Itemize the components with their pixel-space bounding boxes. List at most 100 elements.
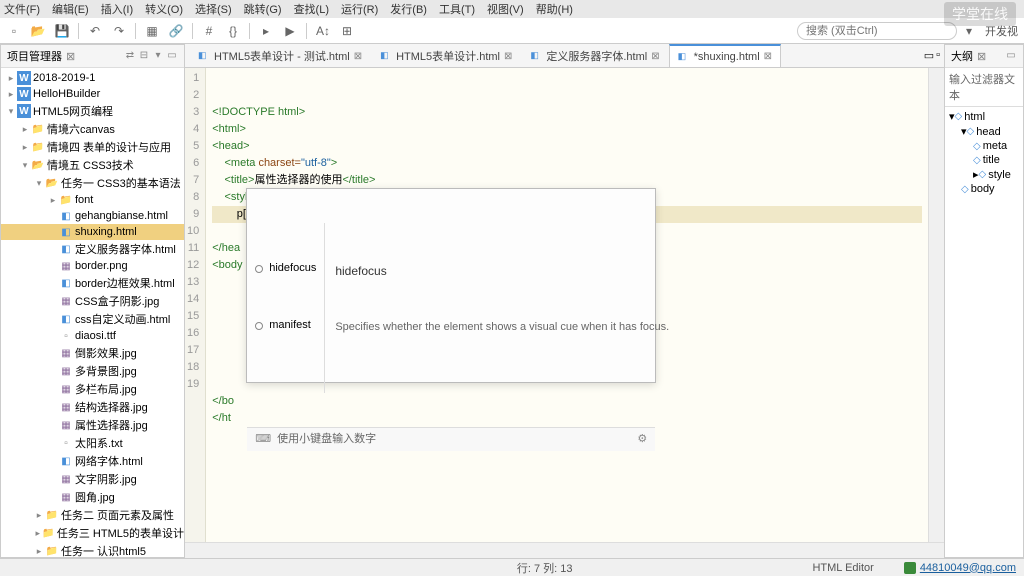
outline-tree[interactable]: ▾◇html▾◇head◇meta◇title▸◇style◇body	[945, 107, 1023, 557]
tree-row[interactable]: ▦倒影效果.jpg	[1, 344, 184, 362]
menu-tools[interactable]: 工具(T)	[439, 1, 475, 17]
tree-row[interactable]: ▦border.png	[1, 258, 184, 274]
tab-min-icon[interactable]: ▫	[936, 49, 940, 62]
vertical-scrollbar[interactable]	[928, 68, 944, 542]
user-link[interactable]: 44810049@qq.com	[920, 562, 1016, 574]
css-icon[interactable]: #	[201, 23, 217, 39]
editor-mode: HTML Editor	[812, 562, 873, 574]
tree-row[interactable]: ◧border边框效果.html	[1, 274, 184, 292]
editor-tab[interactable]: ◧HTML5表单设计 - 测试.html⊠	[189, 44, 371, 67]
status-bar: 行: 7 列: 13 HTML Editor 44810049@qq.com	[0, 558, 1024, 576]
tree-row[interactable]: ▸📁情境六canvas	[1, 120, 184, 138]
autocomplete-item[interactable]: manifest	[247, 314, 324, 337]
tree-row[interactable]: ◧css自定义动画.html	[1, 310, 184, 328]
gear-icon[interactable]: ⚙	[637, 431, 647, 448]
menu-find[interactable]: 查找(L)	[294, 1, 329, 17]
horizontal-scrollbar[interactable]	[185, 542, 944, 558]
toolbar: ▫ 📂 💾 ↶ ↷ ▦ 🔗 # {} ▸ ▶ A↕ ⊞ ▾ 开发视	[0, 18, 1024, 44]
watermark: 学堂在线	[944, 2, 1016, 26]
tree-row[interactable]: ▫太阳系.txt	[1, 434, 184, 452]
menu-icon[interactable]: ▾	[152, 50, 164, 62]
menu-help[interactable]: 帮助(H)	[536, 1, 573, 17]
autocomplete-item[interactable]: hidefocus	[247, 257, 324, 280]
tree-row[interactable]: ▦多背景图.jpg	[1, 362, 184, 380]
tree-row[interactable]: ▾📂情境五 CSS3技术	[1, 156, 184, 174]
menu-file[interactable]: 文件(F)	[4, 1, 40, 17]
tree-row[interactable]: ▾WHTML5网页编程	[1, 102, 184, 120]
tree-row[interactable]: ◧shuxing.html	[1, 224, 184, 240]
collapse-icon[interactable]: ⊟	[138, 50, 150, 62]
outline-row[interactable]: ▾◇html	[947, 109, 1021, 124]
menu-select[interactable]: 选择(S)	[195, 1, 232, 17]
autocomplete-doc: hidefocus Specifies whether the element …	[325, 223, 679, 393]
editor-tab[interactable]: ◧定义服务器字体.html⊠	[521, 44, 668, 67]
editor-tab[interactable]: ◧HTML5表单设计.html⊠	[371, 44, 521, 67]
menu-view[interactable]: 视图(V)	[487, 1, 524, 17]
tree-row[interactable]: ▸📁任务二 页面元素及属性	[1, 506, 184, 524]
tree-row[interactable]: ▸📁任务一 认识html5	[1, 542, 184, 557]
tree-row[interactable]: ◧gehangbianse.html	[1, 208, 184, 224]
popup-hint: 使用小键盘输入数字	[277, 431, 376, 448]
new-icon[interactable]: ▫	[6, 23, 22, 39]
doc-desc: Specifies whether the element shows a vi…	[335, 320, 669, 335]
project-explorer: 项目管理器 ⊠ ⇄ ⊟ ▾ ▭ ▸W2018-2019-1▸WHelloHBui…	[0, 44, 185, 558]
outline-row[interactable]: ◇title	[947, 153, 1021, 167]
tree-row[interactable]: ▸W2018-2019-1	[1, 70, 184, 86]
menu-escape[interactable]: 转义(O)	[145, 1, 183, 17]
menu-release[interactable]: 发行(B)	[390, 1, 427, 17]
run-icon[interactable]: ▶	[282, 23, 298, 39]
outline-row[interactable]: ▾◇head	[947, 124, 1021, 139]
tree-row[interactable]: ▫diaosi.ttf	[1, 328, 184, 344]
tree-row[interactable]: ▸📁font	[1, 192, 184, 208]
tree-row[interactable]: ▦属性选择器.jpg	[1, 416, 184, 434]
editor-tabs: ◧HTML5表单设计 - 测试.html⊠◧HTML5表单设计.html⊠◧定义…	[185, 44, 944, 68]
tree-row[interactable]: ▦CSS盒子阴影.jpg	[1, 292, 184, 310]
user-icon	[904, 562, 916, 574]
tree-row[interactable]: ▦结构选择器.jpg	[1, 398, 184, 416]
text-icon[interactable]: A↕	[315, 23, 331, 39]
tree-row[interactable]: ▸📁任务三 HTML5的表单设计	[1, 524, 184, 542]
open-icon[interactable]: 📂	[30, 23, 46, 39]
code-area[interactable]: <!DOCTYPE html><html><head> <meta charse…	[206, 68, 928, 542]
save-icon[interactable]: 💾	[54, 23, 70, 39]
link-icon[interactable]: 🔗	[168, 23, 184, 39]
autocomplete-popup: hidefocus manifest hidefocus Specifies w…	[246, 188, 656, 383]
redo-icon[interactable]: ↷	[111, 23, 127, 39]
tree-row[interactable]: ◧定义服务器字体.html	[1, 240, 184, 258]
outline-panel: 大纲 ⊠ ▭ 输入过滤器文本 ▾◇html▾◇head◇meta◇title▸◇…	[944, 44, 1024, 558]
tree-row[interactable]: ▸📁情境四 表单的设计与应用	[1, 138, 184, 156]
tab-close-icon[interactable]: ⊠	[66, 50, 75, 63]
code-editor[interactable]: 12345678910111213141516171819 <!DOCTYPE …	[185, 68, 944, 542]
tree-row[interactable]: ▾📂任务一 CSS3的基本语法	[1, 174, 184, 192]
brace-icon[interactable]: {}	[225, 23, 241, 39]
tree-row[interactable]: ◧网络字体.html	[1, 452, 184, 470]
project-tree[interactable]: ▸W2018-2019-1▸WHelloHBuilder▾WHTML5网页编程▸…	[1, 68, 184, 557]
search-input[interactable]	[797, 22, 957, 40]
tree-row[interactable]: ▦多栏布局.jpg	[1, 380, 184, 398]
menu-goto[interactable]: 跳转(G)	[244, 1, 282, 17]
doc-title: hidefocus	[335, 263, 669, 280]
menu-edit[interactable]: 编辑(E)	[52, 1, 89, 17]
tree-row[interactable]: ▸WHelloHBuilder	[1, 86, 184, 102]
outline-filter[interactable]: 输入过滤器文本	[945, 68, 1023, 107]
menu-bar: 文件(F) 编辑(E) 插入(I) 转义(O) 选择(S) 跳转(G) 查找(L…	[0, 0, 1024, 18]
img-icon[interactable]: ▦	[144, 23, 160, 39]
outline-min-icon[interactable]: ▭	[1005, 50, 1017, 62]
tool-icon[interactable]: ⊞	[339, 23, 355, 39]
play-icon[interactable]: ▸	[258, 23, 274, 39]
minimize-icon[interactable]: ▭	[166, 50, 178, 62]
autocomplete-list[interactable]: hidefocus manifest	[247, 223, 325, 393]
editor-tab[interactable]: ◧*shuxing.html⊠	[669, 44, 781, 67]
outline-close-icon[interactable]: ⊠	[977, 50, 986, 63]
outline-row[interactable]: ▸◇style	[947, 167, 1021, 182]
tab-max-icon[interactable]: ▭	[924, 49, 934, 62]
outline-row[interactable]: ◇meta	[947, 139, 1021, 153]
menu-run[interactable]: 运行(R)	[341, 1, 378, 17]
tree-row[interactable]: ▦文字阴影.jpg	[1, 470, 184, 488]
outline-row[interactable]: ◇body	[947, 182, 1021, 196]
menu-insert[interactable]: 插入(I)	[101, 1, 133, 17]
tree-row[interactable]: ▦圆角.jpg	[1, 488, 184, 506]
undo-icon[interactable]: ↶	[87, 23, 103, 39]
link-editor-icon[interactable]: ⇄	[124, 50, 136, 62]
cursor-position: 行: 7 列: 13	[517, 560, 573, 576]
